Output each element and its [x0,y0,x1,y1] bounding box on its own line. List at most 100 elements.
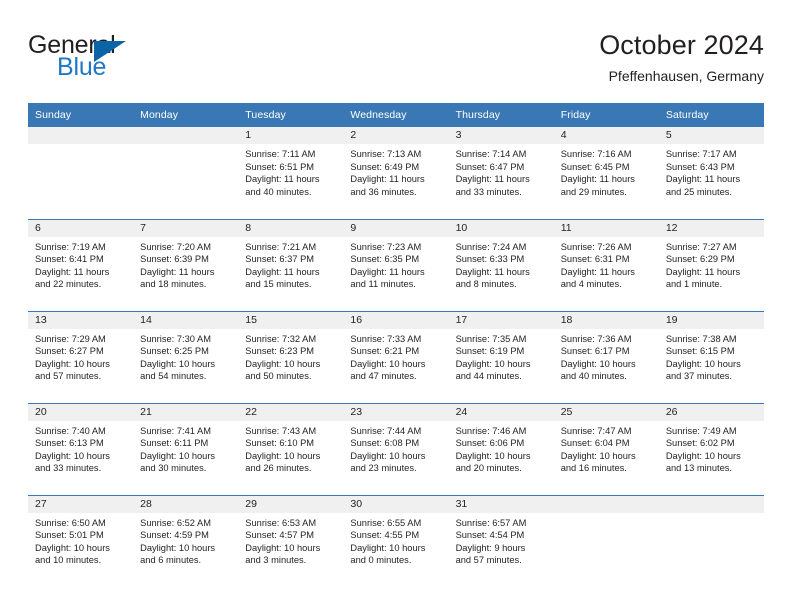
daylight-text-hours: Daylight: 10 hours [350,542,426,553]
calendar-week-row: 1 Sunrise: 7:11 AM Sunset: 6:51 PM Daylight… [28,127,764,219]
day-number: 23 [343,403,449,421]
day-cell-26[interactable]: 26 Sunrise: 7:49 AM Sunset: 6:02 PM Dayligh… [658,402,764,495]
day-cell-20[interactable]: 20 Sunrise: 7:40 AM Sunset: 6:13 PM Dayligh… [28,402,134,495]
day-cell-11[interactable]: 11 Sunrise: 7:26 AM Sunset: 6:31 PM Dayligh… [553,218,659,311]
day-details: Sunrise: 7:29 AM Sunset: 6:27 PM Daylight:… [28,329,133,383]
sunset-text: Sunset: 6:39 PM [140,254,209,265]
sunrise-text: Sunrise: 6:53 AM [245,517,317,528]
sunset-text: Sunset: 6:13 PM [35,438,104,449]
calendar-body: 1 Sunrise: 7:11 AM Sunset: 6:51 PM Daylight… [28,127,764,587]
sunrise-text: Sunrise: 6:57 AM [455,517,527,528]
day-cell-24[interactable]: 24 Sunrise: 7:46 AM Sunset: 6:06 PM Dayligh… [448,402,554,495]
sunset-text: Sunset: 6:21 PM [350,346,420,357]
day-number: 9 [343,219,449,237]
day-details: Sunrise: 7:24 AM Sunset: 6:33 PM Daylight:… [449,237,554,291]
sunset-text: Sunset: 6:17 PM [560,346,630,357]
day-cell-9[interactable]: 9 Sunrise: 7:23 AM Sunset: 6:35 PM Daylight… [343,218,449,311]
day-cell-30[interactable]: 30 Sunrise: 6:55 AM Sunset: 4:55 PM Dayligh… [343,494,449,587]
day-details: Sunrise: 6:57 AM Sunset: 4:54 PM Daylight:… [449,513,554,567]
day-number: 8 [238,219,344,237]
daylight-text-hours: Daylight: 10 hours [140,358,216,369]
day-cell-10[interactable]: 10 Sunrise: 7:24 AM Sunset: 6:33 PM Dayligh… [448,218,554,311]
day-cell-7[interactable]: 7 Sunrise: 7:20 AM Sunset: 6:39 PM Daylight… [133,218,239,311]
day-cell-22[interactable]: 22 Sunrise: 7:43 AM Sunset: 6:10 PM Dayligh… [238,402,344,495]
day-number: 2 [343,127,449,144]
day-details: Sunrise: 7:44 AM Sunset: 6:08 PM Daylight:… [343,421,448,475]
daylight-text-hours: Daylight: 10 hours [245,450,321,461]
sunset-text: Sunset: 4:59 PM [140,530,209,541]
day-cell-21[interactable]: 21 Sunrise: 7:41 AM Sunset: 6:11 PM Dayligh… [133,402,239,495]
day-cell-13[interactable]: 13 Sunrise: 7:29 AM Sunset: 6:27 PM Dayligh… [28,310,134,403]
page-subtitle: Pfeffenhausen, Germany [608,68,764,84]
day-cell-28[interactable]: 28 Sunrise: 6:52 AM Sunset: 4:59 PM Dayligh… [133,494,239,587]
daylight-text-minutes: and 8 minutes. [455,279,517,290]
day-details [133,144,238,148]
calendar-grid: Sunday Monday Tuesday Wednesday Thursday Frid… [28,103,764,587]
day-cell-12[interactable]: 12 Sunrise: 7:27 AM Sunset: 6:29 PM Dayligh… [658,218,764,311]
day-cell-6[interactable]: 6 Sunrise: 7:19 AM Sunset: 6:41 PM Daylight… [28,218,134,311]
daylight-text-minutes: and 30 minutes. [140,463,207,474]
daylight-text-minutes: and 57 minutes. [35,371,102,382]
daylight-text-hours: Daylight: 11 hours [140,266,215,277]
sunrise-text: Sunrise: 7:19 AM [35,241,106,252]
sunrise-text: Sunrise: 7:49 AM [665,425,737,436]
day-details: Sunrise: 7:16 AM Sunset: 6:45 PM Daylight:… [554,144,659,198]
day-cell-19[interactable]: 19 Sunrise: 7:38 AM Sunset: 6:15 PM Dayligh… [658,310,764,403]
day-cell-16[interactable]: 16 Sunrise: 7:33 AM Sunset: 6:21 PM Dayligh… [343,310,449,403]
sunset-text: Sunset: 6:51 PM [245,161,315,172]
day-number: 31 [448,495,554,513]
sunrise-text: Sunrise: 7:43 AM [245,425,317,436]
day-cell-29[interactable]: 29 Sunrise: 6:53 AM Sunset: 4:57 PM Dayligh… [238,494,344,587]
day-cell-8[interactable]: 8 Sunrise: 7:21 AM Sunset: 6:37 PM Daylight… [238,218,344,311]
day-cell-25[interactable]: 25 Sunrise: 7:47 AM Sunset: 6:04 PM Dayligh… [553,402,659,495]
day-cell-4[interactable]: 4 Sunrise: 7:16 AM Sunset: 6:45 PM Daylight… [553,127,659,219]
calendar-week-row: 6 Sunrise: 7:19 AM Sunset: 6:41 PM Daylight… [28,218,764,311]
sunset-text: Sunset: 6:08 PM [350,438,420,449]
day-cell-23[interactable]: 23 Sunrise: 7:44 AM Sunset: 6:08 PM Dayligh… [343,402,449,495]
daylight-text-minutes: and 16 minutes. [560,463,627,474]
day-number: 11 [553,219,659,237]
day-number: 15 [238,311,344,329]
daylight-text-minutes: and 37 minutes. [665,371,732,382]
general-blue-logo[interactable]: General Blue [28,31,228,89]
day-number: 4 [553,127,659,144]
daylight-text-hours: Daylight: 11 hours [560,266,635,277]
sunrise-text: Sunrise: 7:23 AM [350,241,422,252]
daylight-text-hours: Daylight: 10 hours [35,450,110,461]
sunset-text: Sunset: 6:35 PM [350,254,420,265]
day-details: Sunrise: 7:13 AM Sunset: 6:49 PM Daylight:… [343,144,448,198]
daylight-text-minutes: and 57 minutes. [455,555,522,566]
day-cell-27[interactable]: 27 Sunrise: 6:50 AM Sunset: 5:01 PM Dayligh… [28,494,134,587]
day-number: 6 [28,219,134,237]
day-details: Sunrise: 7:17 AM Sunset: 6:43 PM Daylight:… [659,144,764,198]
calendar-week-row: 27 Sunrise: 6:50 AM Sunset: 5:01 PM Dayligh… [28,494,764,587]
daylight-text-hours: Daylight: 10 hours [665,450,741,461]
sunset-text: Sunset: 6:10 PM [245,438,315,449]
daylight-text-minutes: and 20 minutes. [455,463,522,474]
day-details: Sunrise: 7:21 AM Sunset: 6:37 PM Daylight:… [238,237,343,291]
page-header: General Blue October 2024 Pfeffenhausen,… [28,28,764,100]
sunrise-text: Sunrise: 7:11 AM [245,149,316,159]
day-cell-5[interactable]: 5 Sunrise: 7:17 AM Sunset: 6:43 PM Daylight… [658,127,764,219]
day-number: 24 [448,403,554,421]
day-cell-18[interactable]: 18 Sunrise: 7:36 AM Sunset: 6:17 PM Dayligh… [553,310,659,403]
daylight-text-hours: Daylight: 10 hours [665,358,741,369]
day-cell-1[interactable]: 1 Sunrise: 7:11 AM Sunset: 6:51 PM Daylight… [238,127,344,219]
daylight-text-hours: Daylight: 10 hours [140,450,216,461]
day-details [554,513,659,517]
day-cell-3[interactable]: 3 Sunrise: 7:14 AM Sunset: 6:47 PM Daylight… [448,127,554,219]
day-details: Sunrise: 7:43 AM Sunset: 6:10 PM Daylight:… [238,421,343,475]
sunrise-text: Sunrise: 7:44 AM [350,425,422,436]
sunset-text: Sunset: 6:11 PM [140,438,209,449]
day-cell-2[interactable]: 2 Sunrise: 7:13 AM Sunset: 6:49 PM Daylight… [343,127,449,219]
sunset-text: Sunset: 6:41 PM [35,254,104,265]
day-cell-14[interactable]: 14 Sunrise: 7:30 AM Sunset: 6:25 PM Dayligh… [133,310,239,403]
daylight-text-hours: Daylight: 11 hours [560,174,635,185]
sunset-text: Sunset: 4:55 PM [350,530,420,541]
day-cell-15[interactable]: 15 Sunrise: 7:32 AM Sunset: 6:23 PM Dayligh… [238,310,344,403]
daylight-text-hours: Daylight: 10 hours [35,542,110,553]
sunrise-text: Sunrise: 7:35 AM [455,333,527,344]
day-cell-17[interactable]: 17 Sunrise: 7:35 AM Sunset: 6:19 PM Dayligh… [448,310,554,403]
daylight-text-minutes: and 1 minute. [665,279,723,290]
day-cell-31[interactable]: 31 Sunrise: 6:57 AM Sunset: 4:54 PM Dayligh… [448,494,554,587]
